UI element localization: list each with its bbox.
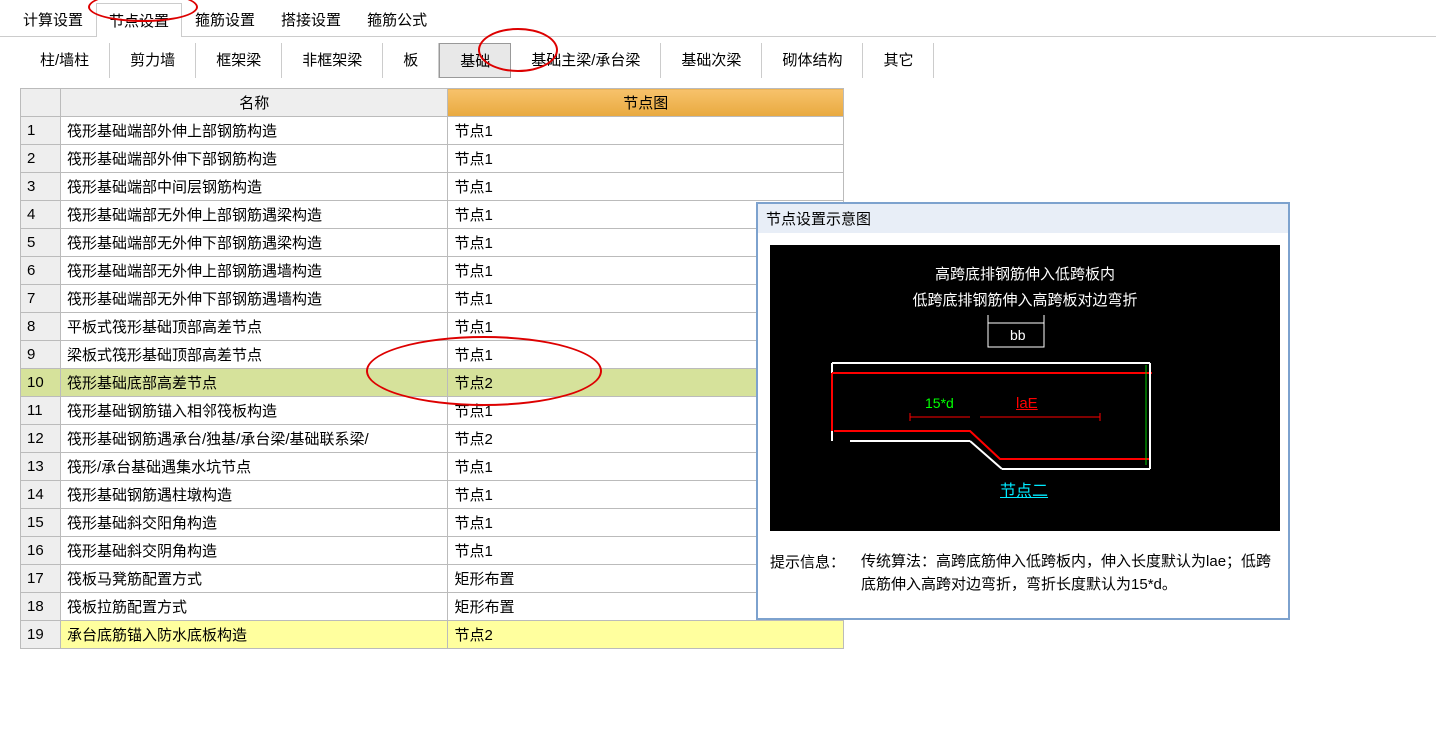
cell-name[interactable]: 筏形基础斜交阴角构造: [60, 537, 448, 565]
top-tab-4[interactable]: 箍筋公式: [354, 2, 440, 36]
row-num: 19: [21, 621, 61, 649]
row-num: 10: [21, 369, 61, 397]
sub-tab-1[interactable]: 剪力墙: [110, 43, 196, 78]
diagram-lae-label: laE: [1016, 395, 1038, 412]
diagram-15d-label: 15*d: [925, 395, 954, 411]
cell-name[interactable]: 筏形基础斜交阳角构造: [60, 509, 448, 537]
row-num: 11: [21, 397, 61, 425]
table-row[interactable]: 3筏形基础端部中间层钢筋构造节点1: [21, 173, 844, 201]
row-num: 6: [21, 257, 61, 285]
row-num: 2: [21, 145, 61, 173]
table-row[interactable]: 16筏形基础斜交阴角构造节点1: [21, 537, 844, 565]
sub-tab-7[interactable]: 基础次梁: [661, 43, 762, 78]
sub-tab-6[interactable]: 基础主梁/承台梁: [511, 43, 661, 78]
top-tab-1[interactable]: 节点设置: [96, 3, 182, 37]
table-row[interactable]: 11筏形基础钢筋锚入相邻筏板构造节点1: [21, 397, 844, 425]
sub-tab-9[interactable]: 其它: [863, 43, 934, 78]
cell-name[interactable]: 筏形基础钢筋遇柱墩构造: [60, 481, 448, 509]
diagram-container: 高跨底排钢筋伸入低跨板内 低跨底排钢筋伸入高跨板对边弯折 bb: [758, 233, 1288, 543]
row-num: 4: [21, 201, 61, 229]
row-num: 16: [21, 537, 61, 565]
cell-node[interactable]: 节点1: [448, 117, 844, 145]
table-row[interactable]: 4筏形基础端部无外伸上部钢筋遇梁构造节点1: [21, 201, 844, 229]
col-header-num: [21, 89, 61, 117]
col-header-node: 节点图: [448, 89, 844, 117]
cell-name[interactable]: 筏形/承台基础遇集水坑节点: [60, 453, 448, 481]
popup-title: 节点设置示意图: [758, 204, 1288, 233]
row-num: 12: [21, 425, 61, 453]
sub-tab-0[interactable]: 柱/墙柱: [20, 43, 110, 78]
sub-tabs: 柱/墙柱剪力墙框架梁非框架梁板基础基础主梁/承台梁基础次梁砌体结构其它: [0, 37, 1436, 78]
table-row[interactable]: 8平板式筏形基础顶部高差节点节点1: [21, 313, 844, 341]
row-num: 15: [21, 509, 61, 537]
row-num: 5: [21, 229, 61, 257]
cell-name[interactable]: 筏形基础端部无外伸下部钢筋遇梁构造: [60, 229, 448, 257]
cell-node[interactable]: 节点1: [448, 173, 844, 201]
cell-name[interactable]: 承台底筋锚入防水底板构造: [60, 621, 448, 649]
table-row[interactable]: 5筏形基础端部无外伸下部钢筋遇梁构造节点1: [21, 229, 844, 257]
sub-tab-2[interactable]: 框架梁: [196, 43, 282, 78]
cell-name[interactable]: 梁板式筏形基础顶部高差节点: [60, 341, 448, 369]
sub-tab-8[interactable]: 砌体结构: [762, 43, 863, 78]
table-row[interactable]: 9梁板式筏形基础顶部高差节点节点1: [21, 341, 844, 369]
sub-tab-5[interactable]: 基础: [439, 43, 511, 78]
top-tab-3[interactable]: 搭接设置: [268, 2, 354, 36]
table-row[interactable]: 1筏形基础端部外伸上部钢筋构造节点1: [21, 117, 844, 145]
row-num: 18: [21, 593, 61, 621]
popup-hint-text: 传统算法：高跨底筋伸入低跨板内，伸入长度默认为lae；低跨底筋伸入高跨对边弯折，…: [861, 551, 1276, 596]
settings-table: 名称 节点图 1筏形基础端部外伸上部钢筋构造节点12筏形基础端部外伸下部钢筋构造…: [20, 88, 844, 649]
row-num: 1: [21, 117, 61, 145]
diagram-popup: 节点设置示意图 高跨底排钢筋伸入低跨板内 低跨底排钢筋伸入高跨板对边弯折 bb: [756, 202, 1290, 620]
cell-name[interactable]: 筏形基础端部无外伸上部钢筋遇梁构造: [60, 201, 448, 229]
cell-name[interactable]: 筏形基础底部高差节点: [60, 369, 448, 397]
cell-node[interactable]: 节点2: [448, 621, 844, 649]
table-row[interactable]: 19承台底筋锚入防水底板构造节点2: [21, 621, 844, 649]
cell-name[interactable]: 筏形基础钢筋锚入相邻筏板构造: [60, 397, 448, 425]
table-row[interactable]: 2筏形基础端部外伸下部钢筋构造节点1: [21, 145, 844, 173]
table-row[interactable]: 7筏形基础端部无外伸下部钢筋遇墙构造节点1: [21, 285, 844, 313]
cell-name[interactable]: 筏形基础端部无外伸下部钢筋遇墙构造: [60, 285, 448, 313]
popup-hint-label: 提示信息：: [770, 551, 845, 596]
table-row[interactable]: 12筏形基础钢筋遇承台/独基/承台梁/基础联系梁/节点2: [21, 425, 844, 453]
row-num: 8: [21, 313, 61, 341]
top-tabs: 计算设置节点设置箍筋设置搭接设置箍筋公式: [0, 0, 1436, 37]
row-num: 9: [21, 341, 61, 369]
cell-node[interactable]: 节点1: [448, 145, 844, 173]
top-tab-2[interactable]: 箍筋设置: [182, 2, 268, 36]
cell-name[interactable]: 筏形基础端部中间层钢筋构造: [60, 173, 448, 201]
table-row[interactable]: 18筏板拉筋配置方式矩形布置: [21, 593, 844, 621]
cell-name[interactable]: 筏形基础端部外伸下部钢筋构造: [60, 145, 448, 173]
diagram-node-link[interactable]: 节点二: [1000, 477, 1048, 501]
col-header-name: 名称: [60, 89, 448, 117]
row-num: 17: [21, 565, 61, 593]
row-num: 3: [21, 173, 61, 201]
cell-name[interactable]: 平板式筏形基础顶部高差节点: [60, 313, 448, 341]
table-row[interactable]: 14筏形基础钢筋遇柱墩构造节点1: [21, 481, 844, 509]
cell-name[interactable]: 筏形基础端部无外伸上部钢筋遇墙构造: [60, 257, 448, 285]
top-tab-0[interactable]: 计算设置: [10, 2, 96, 36]
cell-name[interactable]: 筏形基础端部外伸上部钢筋构造: [60, 117, 448, 145]
row-num: 14: [21, 481, 61, 509]
table-row[interactable]: 6筏形基础端部无外伸上部钢筋遇墙构造节点1: [21, 257, 844, 285]
cell-name[interactable]: 筏板拉筋配置方式: [60, 593, 448, 621]
table-row[interactable]: 13筏形/承台基础遇集水坑节点节点1: [21, 453, 844, 481]
popup-hint: 提示信息： 传统算法：高跨底筋伸入低跨板内，伸入长度默认为lae；低跨底筋伸入高…: [758, 543, 1288, 618]
sub-tab-3[interactable]: 非框架梁: [282, 43, 383, 78]
diagram: 高跨底排钢筋伸入低跨板内 低跨底排钢筋伸入高跨板对边弯折 bb: [770, 245, 1280, 531]
cell-name[interactable]: 筏形基础钢筋遇承台/独基/承台梁/基础联系梁/: [60, 425, 448, 453]
table-row[interactable]: 10筏形基础底部高差节点节点2: [21, 369, 844, 397]
row-num: 13: [21, 453, 61, 481]
table-row[interactable]: 15筏形基础斜交阳角构造节点1: [21, 509, 844, 537]
table-row[interactable]: 17筏板马凳筋配置方式矩形布置: [21, 565, 844, 593]
cell-name[interactable]: 筏板马凳筋配置方式: [60, 565, 448, 593]
row-num: 7: [21, 285, 61, 313]
sub-tab-4[interactable]: 板: [383, 43, 439, 78]
